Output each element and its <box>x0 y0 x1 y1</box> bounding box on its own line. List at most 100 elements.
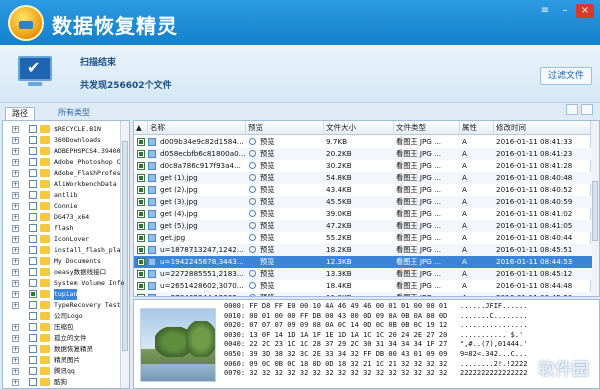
list-view-icon[interactable] <box>566 104 578 115</box>
expand-icon[interactable]: + <box>12 236 19 243</box>
cell-preview[interactable]: 预览 <box>260 292 320 296</box>
row-checkbox[interactable] <box>137 270 145 278</box>
tree-item[interactable]: + flash <box>3 223 121 234</box>
tree-checkbox[interactable] <box>29 312 37 320</box>
magnifier-icon[interactable] <box>249 138 256 145</box>
cell-preview[interactable]: 预览 <box>260 232 320 244</box>
tree-item[interactable]: + IconLover <box>3 234 121 245</box>
tree-item[interactable]: + TypeRecovery Test <box>3 300 121 311</box>
tree-checkbox[interactable] <box>29 301 37 309</box>
expand-icon[interactable]: + <box>12 247 19 254</box>
magnifier-icon[interactable] <box>249 282 256 289</box>
expand-icon[interactable]: + <box>12 269 19 276</box>
tree-item[interactable]: + 腾讯qq <box>3 366 121 377</box>
cell-preview[interactable]: 预览 <box>260 196 320 208</box>
tree-scroll-thumb[interactable] <box>122 141 128 351</box>
expand-icon[interactable]: + <box>12 203 19 210</box>
filter-files-button[interactable]: 过滤文件 <box>540 67 592 85</box>
tree-item[interactable]: + install_flash_pla <box>3 245 121 256</box>
magnifier-icon[interactable] <box>249 258 256 265</box>
table-row[interactable]: get (3).jpg 预览 45.5KB 看图王 JPG ... A 2016-01-1… <box>134 196 592 208</box>
magnifier-icon[interactable] <box>249 246 256 253</box>
row-checkbox[interactable] <box>137 234 145 242</box>
table-row[interactable]: get (2).jpg 预览 43.4KB 看图王 JPG ... A 2016-01-1… <box>134 184 592 196</box>
row-checkbox[interactable] <box>137 162 145 170</box>
tree-checkbox[interactable] <box>29 246 37 254</box>
cell-preview[interactable]: 预览 <box>260 208 320 220</box>
cell-preview[interactable]: 预览 <box>260 148 320 160</box>
magnifier-icon[interactable] <box>249 150 256 157</box>
table-row[interactable]: get.jpg 预览 55.2KB 看图王 JPG ... A 2016-01-11 08… <box>134 232 592 244</box>
thumbnail-view-icon[interactable] <box>581 104 593 115</box>
tree-item[interactable]: + 精灵图片 <box>3 355 121 366</box>
tree-checkbox[interactable] <box>29 169 37 177</box>
tree-item[interactable]: + tupian <box>3 289 121 300</box>
expand-icon[interactable]: + <box>12 225 19 232</box>
magnifier-icon[interactable] <box>249 162 256 169</box>
row-checkbox[interactable] <box>137 150 145 158</box>
tree-checkbox[interactable] <box>29 356 37 364</box>
magnifier-icon[interactable] <box>249 270 256 277</box>
magnifier-icon[interactable] <box>249 198 256 205</box>
tree-checkbox[interactable] <box>29 213 37 221</box>
table-row[interactable]: get (1).jpg 预览 54.8KB 看图王 JPG ... A 2016-01-1… <box>134 172 592 184</box>
table-row[interactable]: u=1878713247,1242... 预览 18.2KB 看图王 JPG ... A… <box>134 244 592 256</box>
tree-item[interactable]: + $RECYCLE.BIN <box>3 124 121 135</box>
row-checkbox[interactable] <box>137 222 145 230</box>
tree-item[interactable]: + 孤立的文件 <box>3 333 121 344</box>
table-row[interactable]: d058ecbfb6c81800a0... 预览 20.2KB 看图王 JPG ...… <box>134 148 592 160</box>
tree-checkbox[interactable] <box>29 268 37 276</box>
expand-icon[interactable]: + <box>12 302 19 309</box>
tree-item[interactable]: + 压缩包 <box>3 322 121 333</box>
expand-icon[interactable]: + <box>12 214 19 221</box>
table-row[interactable]: u=1942245678,3443... 预览 12.3KB 看图王 JPG ... A… <box>134 256 592 268</box>
table-row[interactable]: u=2651428602,3070... 预览 18.4KB 看图王 JPG ... A… <box>134 280 592 292</box>
row-checkbox[interactable] <box>137 258 145 266</box>
expand-icon[interactable]: + <box>12 181 19 188</box>
magnifier-icon[interactable] <box>249 294 256 296</box>
magnifier-icon[interactable] <box>249 174 256 181</box>
tree-item[interactable]: +360Downloads <box>3 135 121 146</box>
tree-item[interactable]: + 酷狗 <box>3 377 121 388</box>
col-attr[interactable]: 属性 <box>460 121 494 135</box>
tree-item[interactable]: + DG473_x64 <box>3 212 121 223</box>
magnifier-icon[interactable] <box>249 234 256 241</box>
expand-icon[interactable]: + <box>12 368 19 375</box>
expand-icon[interactable]: + <box>12 192 19 199</box>
expand-icon[interactable]: + <box>12 291 19 298</box>
col-name[interactable]: 名称 <box>148 121 246 135</box>
cell-preview[interactable]: 预览 <box>260 268 320 280</box>
tree-checkbox[interactable] <box>29 158 37 166</box>
tree-checkbox[interactable] <box>29 290 37 298</box>
tab-all-types[interactable]: 所有类型 <box>52 107 96 120</box>
magnifier-icon[interactable] <box>249 210 256 217</box>
tree-item[interactable]: + Adobe_FlashProfes <box>3 168 121 179</box>
expand-icon[interactable]: + <box>12 379 19 386</box>
cell-preview[interactable]: 预览 <box>260 256 320 268</box>
table-row[interactable]: get (5).jpg 预览 47.2KB 看图王 JPG ... A 2016-01-1… <box>134 220 592 232</box>
tree-item[interactable]: + My Documents <box>3 256 121 267</box>
expand-icon[interactable]: + <box>12 137 19 144</box>
cell-preview[interactable]: 预览 <box>260 220 320 232</box>
cell-preview[interactable]: 预览 <box>260 244 320 256</box>
tree-checkbox[interactable] <box>29 345 37 353</box>
cell-preview[interactable]: 预览 <box>260 184 320 196</box>
col-size[interactable]: 文件大小 <box>324 121 394 135</box>
tree-item[interactable]: + oeasy数据线接口 <box>3 267 121 278</box>
tree-checkbox[interactable] <box>29 323 37 331</box>
tree-item[interactable]: 公司Logo <box>3 311 121 322</box>
table-row[interactable]: u=278465244,12382... 预览 11.0KB 看图王 JPG ... A… <box>134 292 592 296</box>
tree-checkbox[interactable] <box>29 202 37 210</box>
tree-checkbox[interactable] <box>29 235 37 243</box>
cell-preview[interactable]: 预览 <box>260 280 320 292</box>
tree-item[interactable]: + antlib <box>3 190 121 201</box>
row-checkbox[interactable] <box>137 198 145 206</box>
expand-icon[interactable]: + <box>12 170 19 177</box>
col-type[interactable]: 文件类型 <box>394 121 460 135</box>
tree-checkbox[interactable] <box>29 378 37 386</box>
menu-icon[interactable]: ≡ <box>536 4 554 18</box>
expand-icon[interactable]: + <box>12 324 19 331</box>
col-modified[interactable]: 修改时间 <box>494 121 592 135</box>
expand-icon[interactable]: + <box>12 126 19 133</box>
tree-item[interactable]: + AliWorkbenchData <box>3 179 121 190</box>
